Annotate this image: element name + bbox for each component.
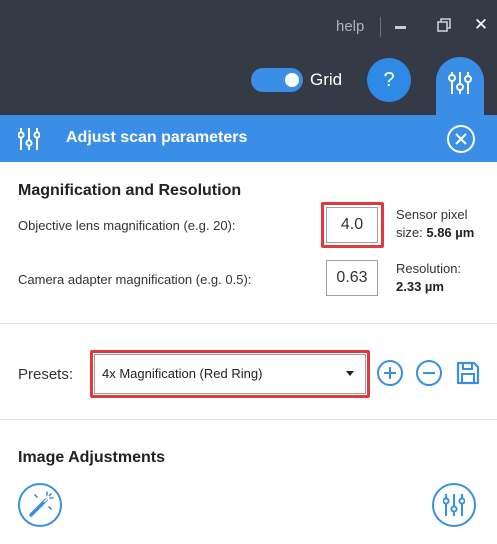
help-link[interactable]: help <box>336 18 364 35</box>
presets-highlight <box>90 350 370 398</box>
camera-adapter-input[interactable]: 0.63 <box>326 260 378 296</box>
camera-adapter-label: Camera adapter magnification (e.g. 0.5): <box>18 272 252 287</box>
help-button[interactable]: ? <box>367 58 411 102</box>
resolution-value: 2.33 µm <box>396 279 444 294</box>
magnification-section-title: Magnification and Resolution <box>18 182 242 199</box>
sliders-icon <box>18 128 40 150</box>
close-icon[interactable]: ✕ <box>472 16 490 34</box>
top-bar: help ✕ Grid ? <box>0 0 497 115</box>
sensor-label-line2: size: <box>396 225 423 240</box>
magic-wand-icon <box>29 491 54 517</box>
adjust-parameters-tab[interactable] <box>436 57 484 115</box>
help-icon: ? <box>383 69 395 91</box>
section-divider <box>0 419 497 420</box>
save-icon <box>456 361 480 385</box>
sensor-pixel-size: Sensor pixel size: 5.86 µm <box>396 206 474 242</box>
sensor-label-line1: Sensor pixel <box>396 207 468 222</box>
auto-adjust-button[interactable] <box>18 483 62 527</box>
close-circle-icon <box>455 133 467 145</box>
restore-icon[interactable] <box>437 18 451 32</box>
grid-toggle[interactable] <box>251 68 303 92</box>
adjustment-settings-button[interactable] <box>432 483 476 527</box>
toggle-knob <box>285 73 299 87</box>
resolution: Resolution: 2.33 µm <box>396 260 461 296</box>
grid-label: Grid <box>310 70 343 89</box>
image-adjustments-title: Image Adjustments <box>18 449 165 466</box>
panel-title: Adjust scan parameters <box>66 129 248 146</box>
sliders-icon <box>448 72 472 94</box>
save-preset-button[interactable] <box>455 360 481 386</box>
sliders-icon <box>443 494 465 516</box>
objective-label: Objective lens magnification (e.g. 20): <box>18 218 236 233</box>
resolution-label: Resolution: <box>396 261 462 276</box>
title-separator <box>380 17 381 37</box>
objective-highlight <box>321 202 384 248</box>
panel-header: Adjust scan parameters <box>0 115 497 162</box>
sensor-value: 5.86 µm <box>426 225 475 240</box>
remove-preset-button[interactable] <box>416 360 442 386</box>
minimize-icon[interactable] <box>395 26 406 29</box>
close-panel-button[interactable] <box>447 125 475 153</box>
add-preset-button[interactable] <box>377 360 403 386</box>
presets-label: Presets: <box>18 366 74 383</box>
section-divider <box>0 323 497 324</box>
